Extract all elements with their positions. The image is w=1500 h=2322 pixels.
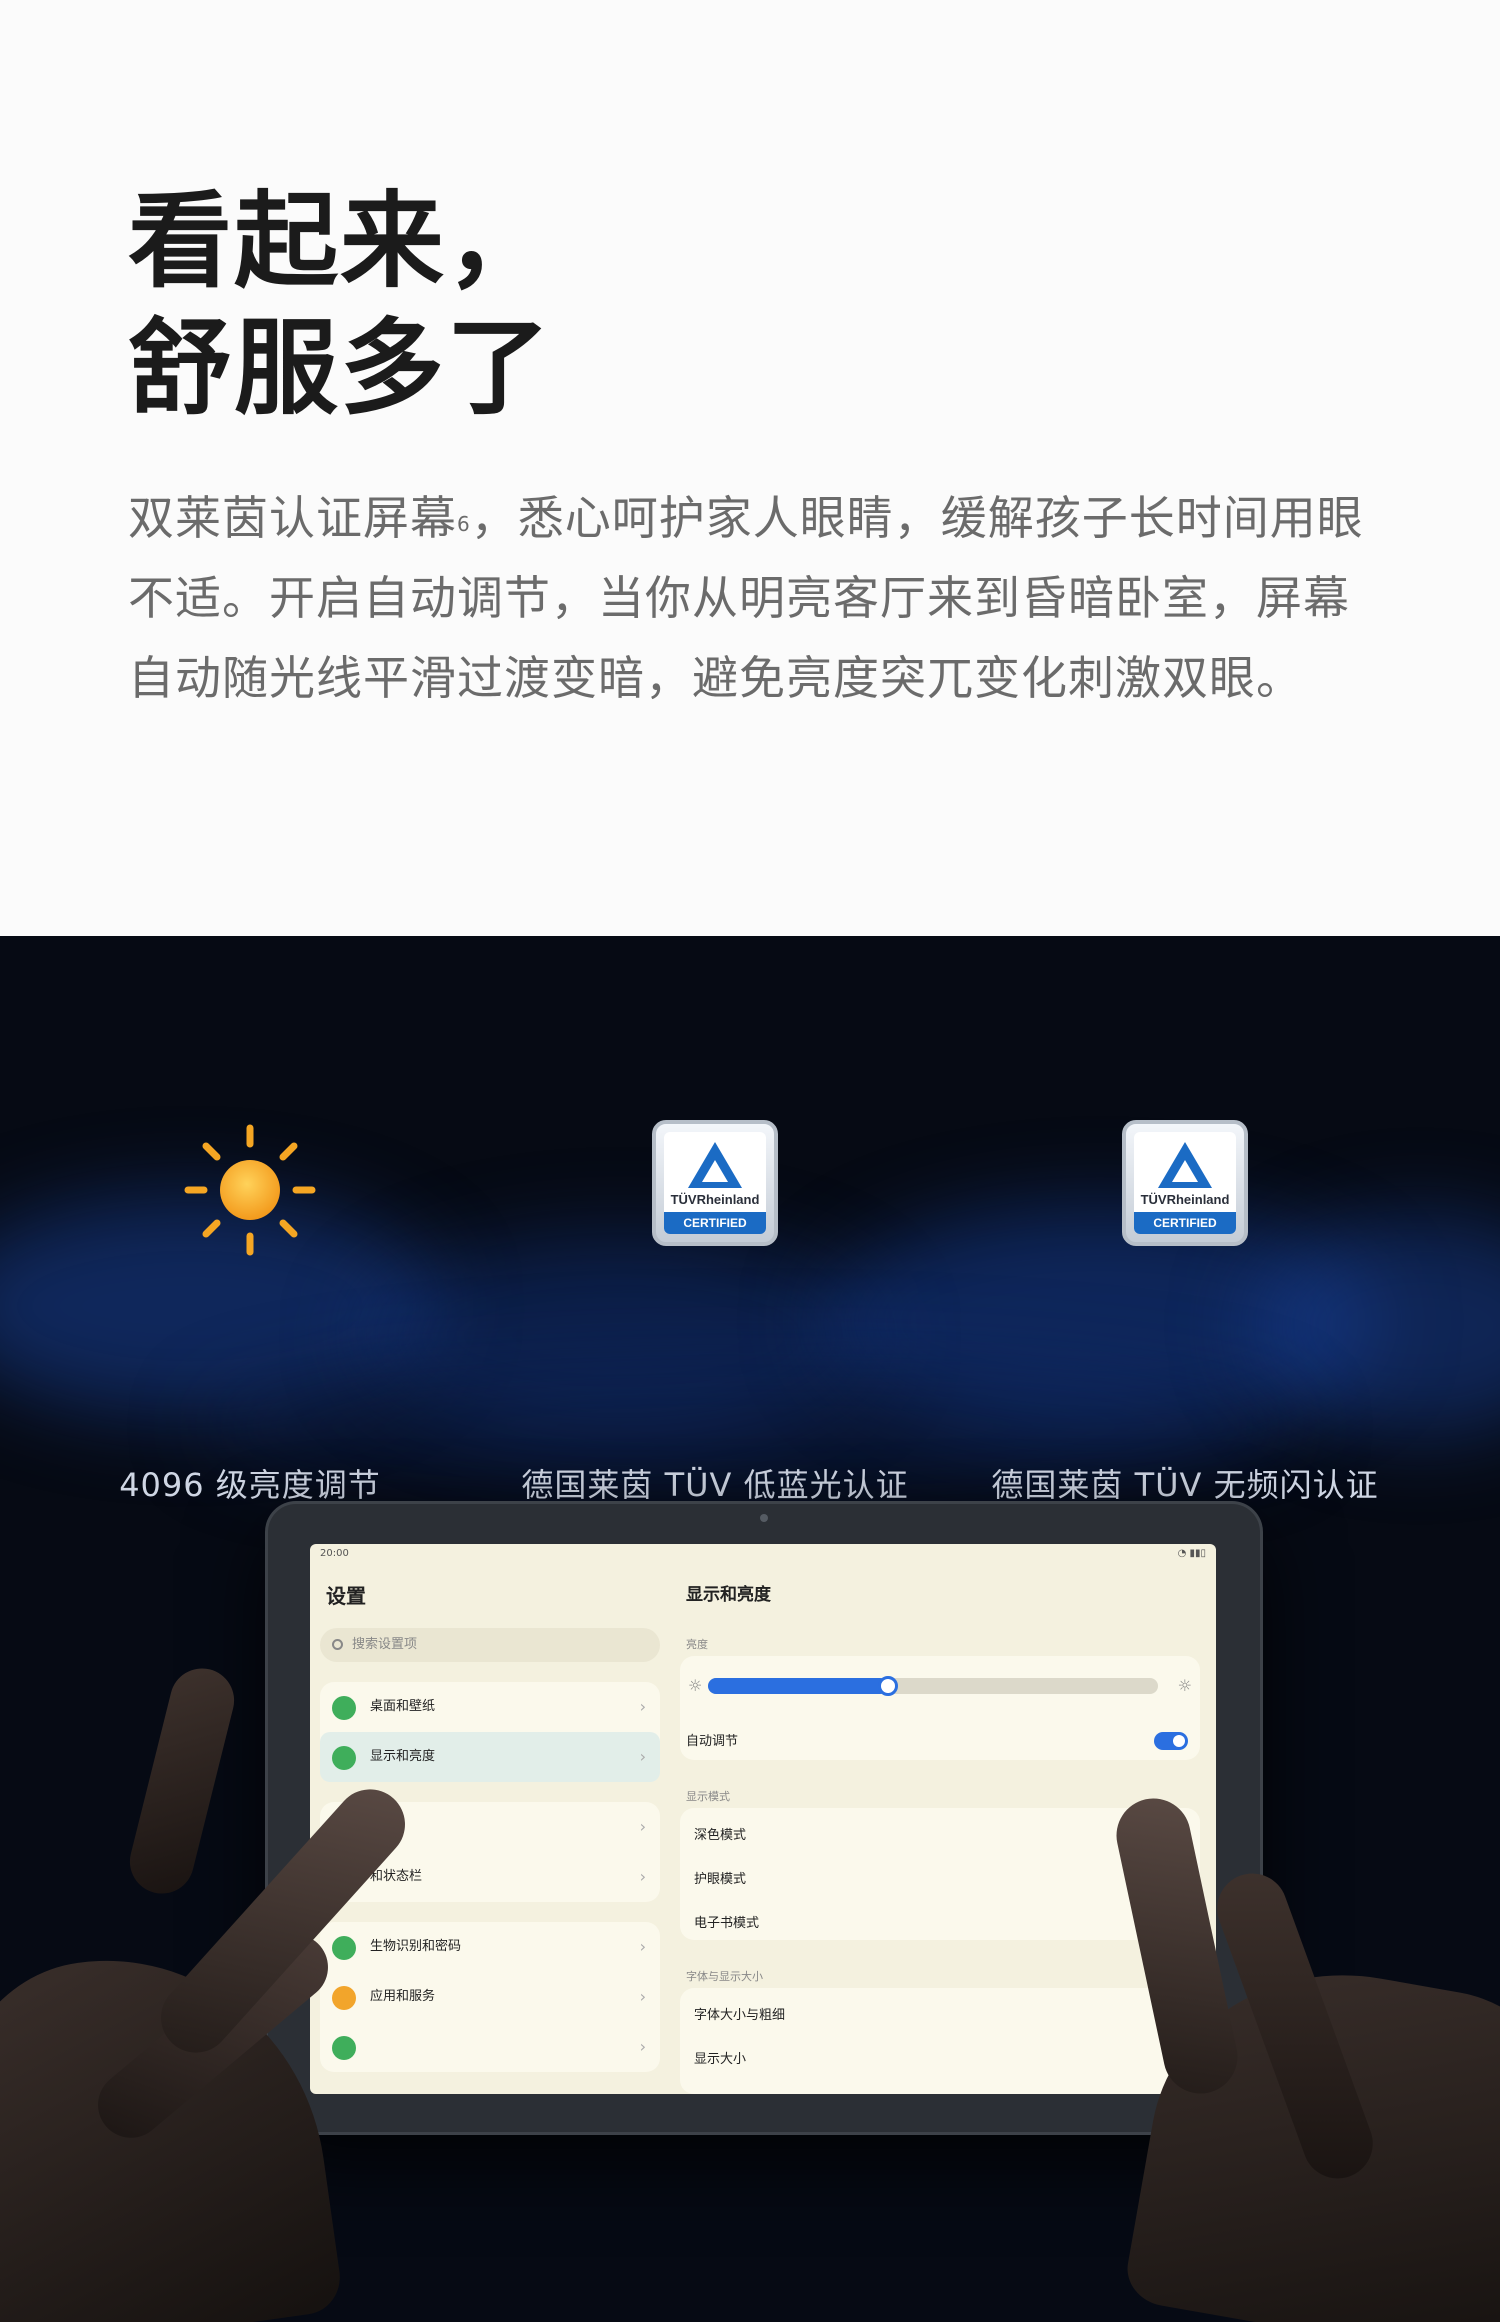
tuv-brand-text: TÜVRheinland	[670, 1192, 760, 1207]
auto-adjust-toggle[interactable]	[1154, 1732, 1188, 1750]
wallpaper-icon	[332, 1696, 356, 1720]
chevron-right-icon: ›	[639, 1987, 646, 2006]
display-icon	[332, 1746, 356, 1770]
display-mode-label: 显示模式	[686, 1790, 730, 1803]
chevron-right-icon: ›	[639, 1937, 646, 1956]
sun-large-icon: ☼	[1177, 1676, 1192, 1695]
headline-line1: 看起来，	[128, 180, 553, 302]
search-placeholder: 搜索设置项	[352, 1637, 418, 1652]
headline: 看起来， 舒服多了	[128, 178, 1028, 432]
slider-fill	[708, 1678, 888, 1694]
sun-small-icon: ☼	[688, 1676, 703, 1695]
ebook-mode-item[interactable]: 电子书模式	[694, 1912, 759, 1931]
fingerprint-icon	[332, 1936, 356, 1960]
settings-item-label: 和状态栏	[370, 1869, 423, 1884]
tablet-screen: 20:00 ◔ ▮▮▯ 设置 搜索设置项 桌面和壁纸 › 显示和亮度 › › 和…	[310, 1544, 1216, 2094]
feature-label: 4096 级亮度调节	[119, 1466, 381, 1504]
auto-adjust-label: 自动调节	[686, 1734, 739, 1749]
font-size-item[interactable]: 字体大小与粗细	[694, 2004, 785, 2023]
display-title: 显示和亮度	[686, 1585, 771, 1605]
font-section-label: 字体与显示大小	[686, 1970, 763, 1983]
settings-item-more[interactable]: ›	[320, 2022, 660, 2072]
body-copy-part1: 双莱茵认证屏幕	[128, 491, 457, 545]
body-copy: 双莱茵认证屏幕6，悉心呵护家人眼睛，缓解孩子长时间用眼不适。开启自动调节，当你从…	[128, 478, 1388, 718]
hero-top-section: 看起来， 舒服多了 双莱茵认证屏幕6，悉心呵护家人眼睛，缓解孩子长时间用眼不适。…	[0, 0, 1500, 936]
dark-mode-item[interactable]: 深色模式	[694, 1824, 746, 1843]
brightness-slider[interactable]	[708, 1676, 1158, 1696]
settings-item-label: 应用和服务	[370, 1989, 436, 2004]
brightness-card: ☼ ☼ 自动调节	[680, 1656, 1200, 1760]
camera-dot	[760, 1514, 768, 1522]
chevron-right-icon: ›	[639, 1697, 646, 1716]
battery-icon	[332, 2036, 356, 2060]
hero-dark-section: 4096 级亮度调节 TÜVRheinland CERTIFIED 德国莱茵 T…	[0, 936, 1500, 2322]
settings-title: 设置	[326, 1584, 366, 1608]
chevron-right-icon: ›	[639, 1747, 646, 1766]
settings-item-label: 生物识别和密码	[370, 1939, 462, 1954]
left-hand-finger	[123, 1661, 241, 1901]
apps-icon	[332, 1986, 356, 2010]
settings-item-wallpaper[interactable]: 桌面和壁纸 ›	[320, 1682, 660, 1732]
footnote-marker: 6	[457, 512, 471, 536]
search-icon	[332, 1639, 343, 1650]
settings-item-apps[interactable]: 应用和服务 ›	[320, 1972, 660, 2022]
tuv-certified-icon: TÜVRheinland CERTIFIED	[652, 1120, 778, 1246]
feature-label: 德国莱茵 TÜV 低蓝光认证	[521, 1466, 909, 1504]
chevron-right-icon: ›	[639, 1817, 646, 1836]
feature-label: 德国莱茵 TÜV 无频闪认证	[991, 1466, 1379, 1504]
settings-group: 桌面和壁纸 › 显示和亮度 ›	[320, 1682, 660, 1782]
chevron-right-icon: ›	[639, 2037, 646, 2056]
headline-line2: 舒服多了	[128, 307, 553, 429]
sun-icon	[184, 1124, 316, 1256]
settings-item-label: 显示和亮度	[370, 1749, 436, 1764]
tuv-certified-text: CERTIFIED	[1134, 1212, 1236, 1234]
eye-care-mode-item[interactable]: 护眼模式	[694, 1868, 746, 1887]
display-size-item[interactable]: 显示大小	[694, 2048, 746, 2067]
slider-knob[interactable]	[878, 1676, 898, 1696]
tuv-certified-icon: TÜVRheinland CERTIFIED	[1122, 1120, 1248, 1246]
brightness-label: 亮度	[686, 1638, 708, 1651]
font-card: 字体大小与粗细 显示大小	[680, 1988, 1200, 2094]
tuv-brand-text: TÜVRheinland	[1140, 1192, 1230, 1207]
tuv-certified-text: CERTIFIED	[664, 1212, 766, 1234]
settings-item-label: 桌面和壁纸	[370, 1699, 436, 1714]
settings-item-biometrics[interactable]: 生物识别和密码 ›	[320, 1922, 660, 1972]
settings-item-display[interactable]: 显示和亮度 ›	[320, 1732, 660, 1782]
tablet-device: 20:00 ◔ ▮▮▯ 设置 搜索设置项 桌面和壁纸 › 显示和亮度 › › 和…	[268, 1504, 1260, 2132]
search-input[interactable]: 搜索设置项	[320, 1628, 660, 1662]
chevron-right-icon: ›	[639, 1867, 646, 1886]
settings-group: 生物识别和密码 › 应用和服务 › ›	[320, 1922, 660, 2072]
